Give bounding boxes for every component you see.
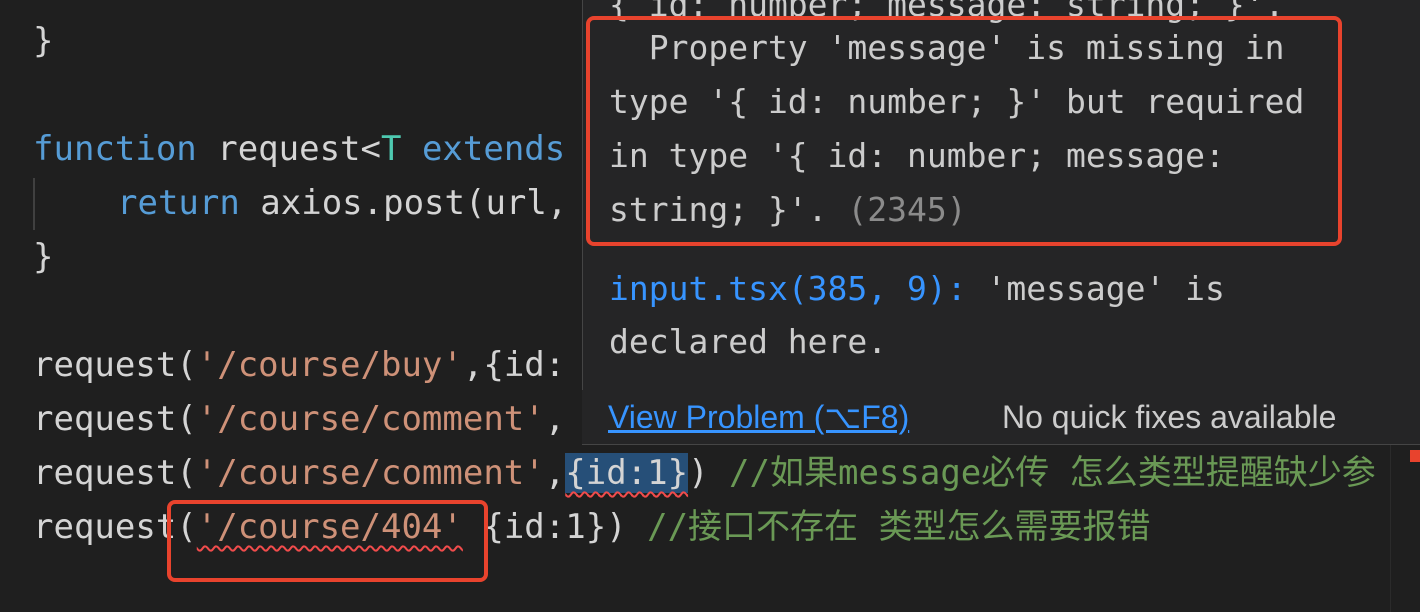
code-token: } [33, 237, 54, 277]
code-keyword: extends [401, 129, 566, 169]
hover-status-bar: View Problem (⌥F8) No quick fixes availa… [582, 390, 1420, 445]
code-comment: //如果message必传 怎么类型提醒缺少参 [729, 453, 1376, 493]
code-type-param: T [381, 129, 402, 169]
code-line-function-declaration: function request<T extends [33, 122, 565, 176]
no-quick-fixes-label: No quick fixes available [1002, 399, 1337, 435]
code-token: {id:1}) [462, 507, 648, 547]
code-line-request-comment-error: request('/course/comment',{id:1}) //如果me… [33, 446, 1376, 500]
indent-guide [33, 178, 35, 230]
error-squiggle-argument[interactable]: {id:1} [565, 453, 689, 493]
code-comment: //接口不存在 类型怎么需要报错 [647, 507, 1151, 547]
code-token: request( [33, 399, 197, 439]
code-keyword: return [117, 183, 240, 223]
code-token: ) [688, 453, 730, 493]
code-line: } [33, 230, 53, 284]
code-line-request-buy: request('/course/buy',{id: [33, 338, 565, 392]
code-token: request< [196, 129, 381, 169]
code-line-request-comment: request('/course/comment', [33, 392, 565, 446]
related-info-line: input.tsx(385, 9): 'message' is [609, 262, 1225, 316]
code-string: '/course/comment' [196, 453, 545, 493]
code-string: '/course/buy' [196, 345, 463, 385]
code-token: } [33, 21, 54, 61]
code-token: , [544, 453, 566, 493]
code-line-return: return axios.post(url, [117, 176, 567, 230]
related-location-link[interactable]: input.tsx(385, 9): [609, 269, 967, 308]
code-token: request( [33, 453, 197, 493]
related-info-text: 'message' is [966, 269, 1225, 308]
code-line: } [33, 14, 53, 68]
annotation-box-error-message [586, 16, 1342, 246]
code-token: ,{id: [462, 345, 566, 385]
related-info-line: declared here. [609, 322, 888, 361]
code-string: '/course/comment' [196, 399, 545, 439]
overview-ruler-error-marker [1410, 450, 1420, 462]
code-token: axios.post(url, [239, 183, 568, 223]
annotation-box-404-url [167, 500, 488, 582]
code-token: request( [33, 345, 197, 385]
code-token: , [544, 399, 566, 439]
code-keyword: function [33, 129, 197, 169]
view-problem-link[interactable]: View Problem (⌥F8) [608, 390, 909, 444]
